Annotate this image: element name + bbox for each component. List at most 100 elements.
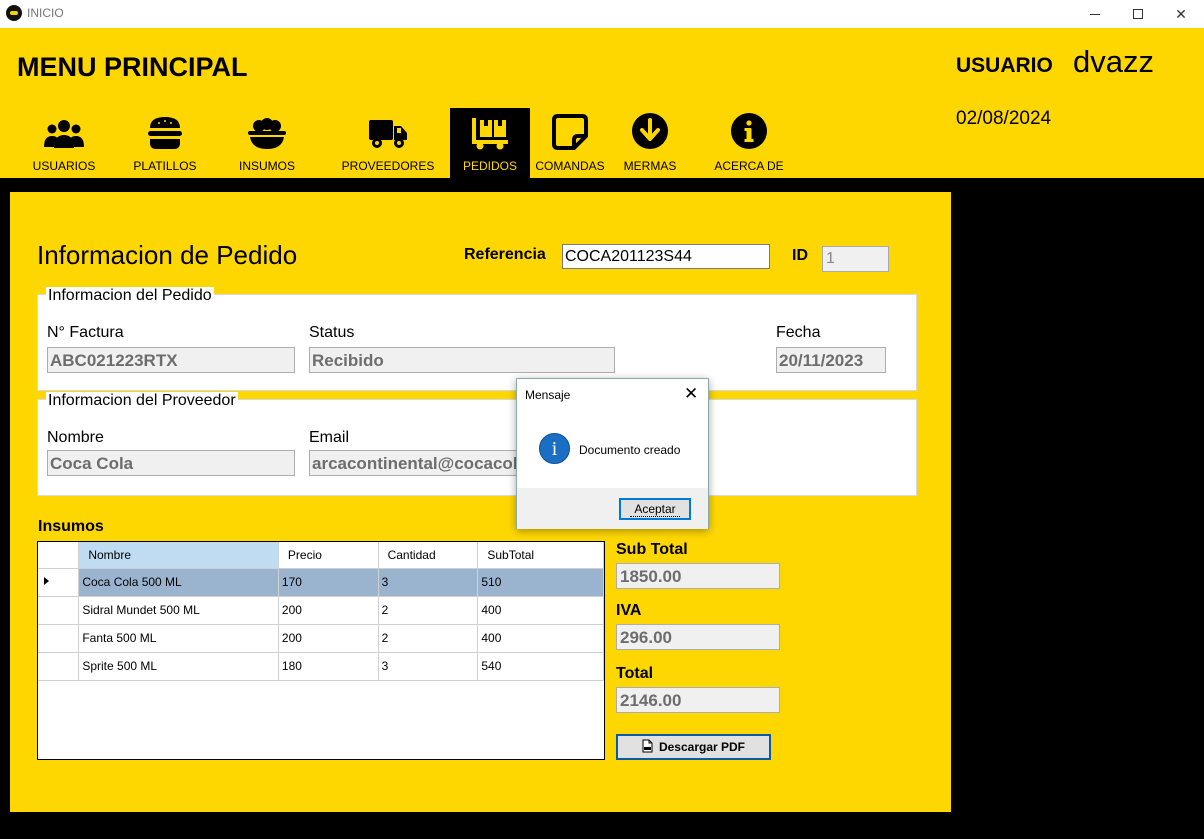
users-icon xyxy=(44,120,84,148)
minimize-button[interactable] xyxy=(1072,0,1118,28)
cell-name[interactable]: Coca Cola 500 ML xyxy=(78,568,279,597)
row-selector[interactable] xyxy=(38,596,80,625)
cell-name[interactable]: Sprite 500 ML xyxy=(78,652,279,681)
cell-price[interactable]: 170 xyxy=(278,568,379,597)
info-circle-icon xyxy=(731,113,767,149)
row-selector[interactable] xyxy=(38,624,80,653)
user-label: USUARIO xyxy=(956,54,1053,77)
supplier-name-label: Nombre xyxy=(47,429,104,446)
nav-label: MERMAS xyxy=(623,159,677,173)
table-row[interactable]: Sidral Mundet 500 ML 200 2 400 xyxy=(38,596,604,625)
info-icon: i xyxy=(539,433,570,464)
group-title: Informacion del Proveedor xyxy=(46,392,238,410)
group-title: Informacion del Pedido xyxy=(46,287,214,305)
total-field: 2146.00 xyxy=(616,687,780,713)
supplies-title: Insumos xyxy=(38,518,104,535)
cell-name[interactable]: Fanta 500 ML xyxy=(78,624,279,653)
order-panel: Informacion de Pedido Referencia ID Info… xyxy=(10,192,951,812)
total-label: Total xyxy=(616,665,654,682)
cell-quantity[interactable]: 2 xyxy=(378,596,479,625)
dialog-message: Documento creado xyxy=(579,443,681,457)
accept-label: Aceptar xyxy=(630,502,680,517)
table-row[interactable]: Sprite 500 ML 180 3 540 xyxy=(38,652,604,681)
cell-price[interactable]: 180 xyxy=(278,652,379,681)
nav-label: PLATILLOS xyxy=(133,159,197,173)
nav-label: PROVEEDORES xyxy=(341,159,435,173)
nav-usuarios[interactable]: USUARIOS xyxy=(29,108,99,178)
nav-comandas[interactable]: COMANDAS xyxy=(533,108,607,178)
window-title: INICIO xyxy=(27,6,64,20)
burger-icon xyxy=(148,117,182,149)
order-info-group: Informacion del Pedido N° Factura ABC021… xyxy=(37,287,917,391)
supplies-table[interactable]: Nombre Precio Cantidad SubTotal Coca Col… xyxy=(37,541,605,760)
cell-subtotal[interactable]: 400 xyxy=(477,596,604,625)
row-header-corner xyxy=(38,542,80,569)
status-label: Status xyxy=(309,324,355,341)
download-pdf-label: Descargar PDF xyxy=(658,740,746,754)
id-field xyxy=(822,246,889,272)
close-icon: ✕ xyxy=(1175,5,1187,22)
cell-price[interactable]: 200 xyxy=(278,596,379,625)
invoice-label: N° Factura xyxy=(47,324,124,341)
nav-label: COMANDAS xyxy=(535,159,605,173)
email-label: Email xyxy=(309,429,350,446)
supplier-name-field: Coca Cola xyxy=(47,450,295,476)
table-row[interactable]: Coca Cola 500 ML 170 3 510 xyxy=(38,568,604,597)
cell-subtotal[interactable]: 510 xyxy=(477,568,604,597)
nav-label: USUARIOS xyxy=(32,159,96,173)
cell-price[interactable]: 200 xyxy=(278,624,379,653)
page-title: MENU PRINCIPAL xyxy=(17,52,248,82)
column-header[interactable]: Precio xyxy=(278,542,379,569)
user-name: dvazz xyxy=(1073,44,1154,79)
cell-name[interactable]: Sidral Mundet 500 ML xyxy=(78,596,279,625)
dialog-close-button[interactable]: ✕ xyxy=(684,384,698,404)
bowl-icon xyxy=(248,118,286,149)
message-dialog: Mensaje ✕ i Documento creado Aceptar xyxy=(516,378,709,529)
header: MENU PRINCIPAL USUARIO dvazz 02/08/2024 … xyxy=(0,28,1204,178)
nav-pedidos[interactable]: PEDIDOS xyxy=(450,108,530,178)
subtotal-field: 1850.00 xyxy=(616,563,780,589)
minimize-icon xyxy=(1090,13,1100,15)
close-window-button[interactable]: ✕ xyxy=(1158,0,1204,28)
app-window: INICIO ✕ MENU PRINCIPAL USUARIO dvazz 02… xyxy=(0,0,1204,839)
cell-subtotal[interactable]: 540 xyxy=(477,652,604,681)
status-field: Recibido xyxy=(309,347,615,373)
nav-proveedores[interactable]: PROVEEDORES xyxy=(342,108,434,178)
column-header[interactable]: SubTotal xyxy=(477,542,604,569)
row-pointer-icon xyxy=(44,577,49,585)
reference-input[interactable] xyxy=(562,244,770,269)
dialog-footer: Aceptar xyxy=(517,488,708,529)
reference-label: Referencia xyxy=(464,246,546,263)
row-selector[interactable] xyxy=(38,568,80,597)
accept-button[interactable]: Aceptar xyxy=(619,498,691,520)
arrow-down-circle-icon xyxy=(632,113,668,149)
truck-icon xyxy=(369,120,407,148)
maximize-icon xyxy=(1133,9,1143,19)
nav-mermas[interactable]: MERMAS xyxy=(615,108,685,178)
dolly-icon xyxy=(472,118,508,150)
close-icon: ✕ xyxy=(684,384,699,403)
date-label: Fecha xyxy=(776,324,821,341)
nav-platillos[interactable]: PLATILLOS xyxy=(128,108,202,178)
row-selector[interactable] xyxy=(38,652,80,681)
cell-quantity[interactable]: 3 xyxy=(378,652,479,681)
cell-quantity[interactable]: 2 xyxy=(378,624,479,653)
nav-label: PEDIDOS xyxy=(462,159,517,173)
column-header[interactable]: Nombre xyxy=(78,542,279,569)
maximize-button[interactable] xyxy=(1115,0,1161,28)
download-pdf-button[interactable]: Descargar PDF xyxy=(616,734,771,760)
column-header[interactable]: Cantidad xyxy=(378,542,479,569)
invoice-field: ABC021223RTX xyxy=(47,347,295,373)
nav-label: ACERCA DE xyxy=(714,159,784,173)
pdf-file-icon xyxy=(642,739,653,752)
iva-field: 296.00 xyxy=(616,624,780,650)
dialog-title: Mensaje xyxy=(525,388,571,402)
nav-insumos[interactable]: INSUMOS xyxy=(232,108,302,178)
table-row[interactable]: Fanta 500 ML 200 2 400 xyxy=(38,624,604,653)
nav-acerca-de[interactable]: ACERCA DE xyxy=(712,108,786,178)
cell-subtotal[interactable]: 400 xyxy=(477,624,604,653)
note-icon xyxy=(552,114,588,150)
iva-label: IVA xyxy=(616,602,642,619)
cell-quantity[interactable]: 3 xyxy=(378,568,479,597)
subtotal-label: Sub Total xyxy=(616,541,688,558)
